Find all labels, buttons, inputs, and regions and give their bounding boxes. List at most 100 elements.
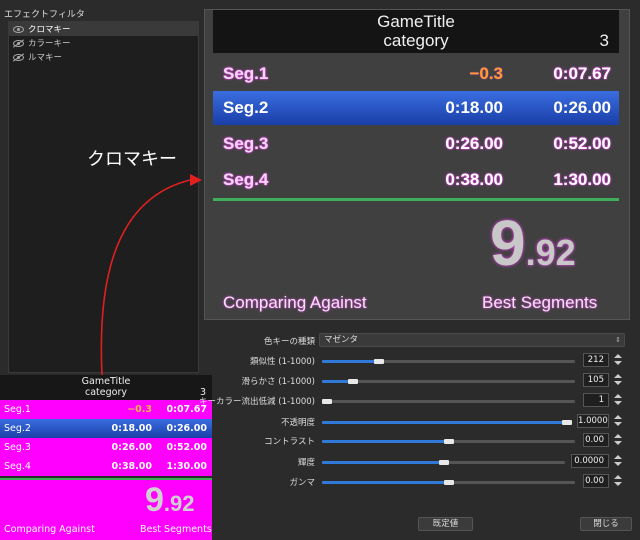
split-row-current: Seg.2 0:18.00 0:26.00 (213, 91, 619, 125)
split-name: Seg.2 (4, 423, 31, 434)
split-name: Seg.1 (4, 404, 31, 415)
slider-label: 不透明度 (280, 418, 315, 428)
split-time: 0:52.00 (166, 442, 207, 453)
split-name: Seg.4 (4, 461, 31, 472)
spinbox-value[interactable]: 0.0000 (571, 454, 609, 468)
spinbox-value[interactable]: 1 (583, 393, 609, 407)
slider-label: ガンマ (289, 478, 315, 488)
key-type-value: マゼンタ (324, 335, 359, 345)
slider-fill (322, 440, 449, 443)
spin-arrows-icon[interactable] (613, 393, 623, 407)
filter-item-color-key[interactable]: カラーキー (9, 36, 198, 50)
defaults-button[interactable]: 既定値 (418, 517, 473, 531)
spinbox-value[interactable]: 212 (583, 353, 609, 367)
spin-arrows-icon[interactable] (613, 353, 623, 367)
close-button[interactable]: 閉じる (580, 517, 632, 531)
attempt-count: 3 (599, 31, 609, 50)
key-type-select[interactable]: マゼンタ ⇕ (319, 333, 625, 347)
slider-handle[interactable] (562, 420, 572, 425)
split-delta: −0.3 (127, 404, 152, 415)
timer-fraction: .92 (525, 232, 576, 273)
annotation-arrow (100, 174, 202, 376)
spinbox-value[interactable]: 105 (583, 373, 609, 387)
split-name: Seg.4 (223, 170, 269, 189)
timer-main: 9 (145, 481, 164, 519)
mini-split-row: Seg.4 0:38.00 1:30.00 (0, 457, 212, 476)
slider-track[interactable] (322, 399, 575, 404)
slider-label: 輝度 (297, 458, 315, 468)
mini-split-row-current: Seg.2 0:18.00 0:26.00 (0, 419, 212, 438)
split-time: 1:30.00 (166, 461, 207, 472)
spin-arrows-icon[interactable] (613, 414, 623, 428)
mini-split-row: Seg.1 −0.3 0:07.67 (0, 400, 212, 419)
mini-comparison-name: Best Segments (140, 524, 212, 535)
split-delta: −0.3 (469, 64, 503, 83)
slider-fill (322, 360, 379, 363)
eye-hidden-icon[interactable] (13, 39, 24, 47)
slider-handle[interactable] (439, 460, 449, 465)
spin-arrows-icon[interactable] (613, 454, 623, 468)
eye-hidden-icon[interactable] (13, 53, 24, 61)
filter-item-luma-key[interactable]: ルマキー (9, 50, 198, 64)
slider-label: キーカラー流出低減 (1-1000) (199, 397, 315, 407)
slider-track[interactable] (322, 420, 572, 425)
slider-track[interactable] (322, 359, 575, 364)
mini-split-row: Seg.3 0:26.00 0:52.00 (0, 438, 212, 457)
split-row: Seg.4 0:38.00 1:30.00 (213, 163, 619, 197)
mini-category-title: category (85, 387, 127, 398)
comparing-label: Comparing Against (223, 293, 367, 312)
slider-label: コントラスト (264, 437, 315, 447)
slider-track[interactable] (322, 379, 575, 384)
spinbox-value[interactable]: 0.00 (583, 433, 609, 447)
split-time: 0:52.00 (553, 134, 611, 153)
category-title: category (383, 31, 449, 50)
slider-fill (322, 461, 444, 464)
mini-comparing-label: Comparing Against (4, 524, 95, 535)
split-name: Seg.3 (4, 442, 31, 453)
slider-track[interactable] (322, 460, 565, 465)
split-name: Seg.1 (223, 64, 269, 83)
split-delta: 0:18.00 (445, 98, 503, 117)
slider-handle[interactable] (348, 379, 358, 384)
source-splits: GameTitle category 3 Seg.1 −0.3 0:07.67 … (0, 375, 212, 540)
filter-item-label: クロマキー (28, 25, 71, 35)
timer-main: 9 (490, 207, 526, 279)
spin-arrows-icon[interactable] (613, 474, 623, 488)
slider-label: 類似性 (1-1000) (250, 357, 315, 367)
split-time: 0:26.00 (553, 98, 611, 117)
spin-arrows-icon[interactable] (613, 373, 623, 387)
filter-item-label: ルマキー (28, 53, 63, 63)
filter-item-chroma-key[interactable]: クロマキー (9, 22, 198, 36)
split-delta: 0:38.00 (445, 170, 503, 189)
game-title: GameTitle (377, 12, 455, 31)
split-name: Seg.3 (223, 134, 269, 153)
splits-separator (213, 198, 619, 201)
mini-timer: 9.92 (145, 481, 195, 520)
slider-fill (322, 481, 449, 484)
split-delta: 0:38.00 (111, 461, 152, 472)
slider-handle[interactable] (444, 439, 454, 444)
slider-track[interactable] (322, 439, 575, 444)
slider-handle[interactable] (444, 480, 454, 485)
slider-label: 滑らかさ (1-1000) (241, 377, 315, 387)
spinbox-value[interactable]: 0.00 (583, 474, 609, 488)
timer: 9.92 (490, 206, 576, 280)
slider-fill (322, 421, 567, 424)
split-time: 1:30.00 (553, 170, 611, 189)
spin-arrows-icon[interactable] (613, 433, 623, 447)
split-delta: 0:26.00 (445, 134, 503, 153)
split-time: 0:07.67 (553, 64, 611, 83)
slider-handle[interactable] (322, 399, 332, 404)
split-row: Seg.3 0:26.00 0:52.00 (213, 127, 619, 161)
mini-game-title: GameTitle (81, 376, 131, 387)
spinbox-value[interactable]: 1.0000 (577, 414, 609, 428)
eye-icon[interactable] (13, 25, 24, 33)
annotation-label: クロマキー (87, 149, 177, 170)
slider-handle[interactable] (374, 359, 384, 364)
timer-fraction: .92 (163, 491, 195, 516)
split-delta: 0:26.00 (111, 442, 152, 453)
filter-item-label: カラーキー (28, 39, 71, 49)
splits-header: GameTitle category 3 (213, 10, 619, 53)
slider-track[interactable] (322, 480, 575, 485)
filters-title: エフェクトフィルタ (4, 10, 85, 20)
